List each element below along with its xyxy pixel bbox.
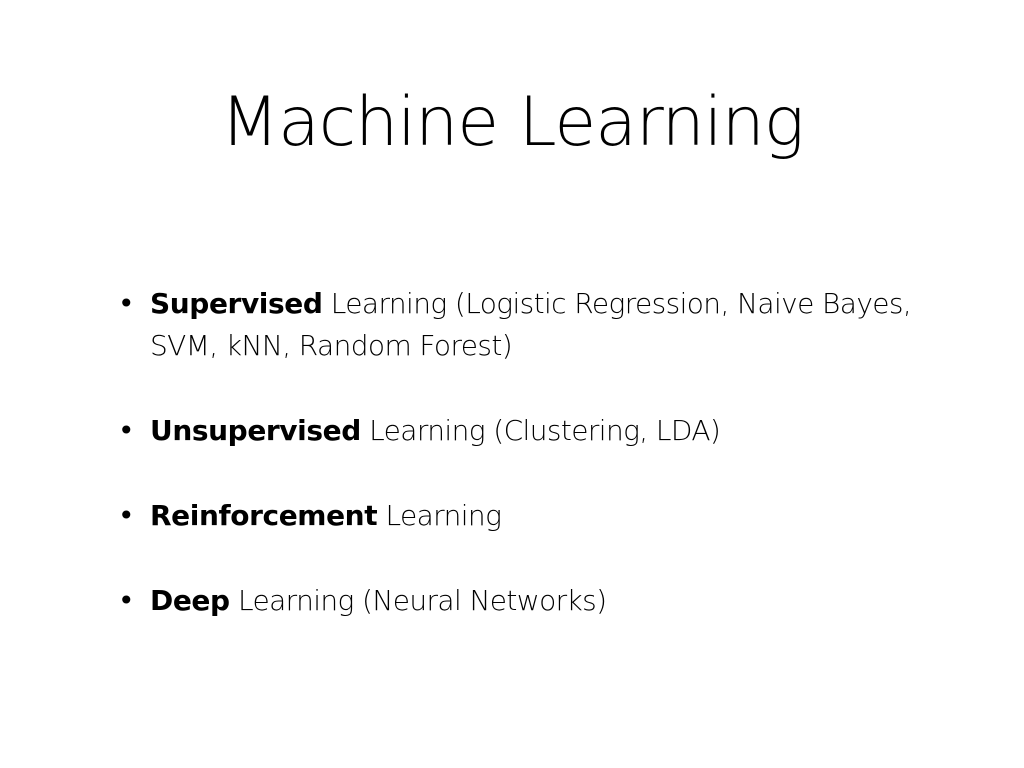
slide-title: Machine Learning: [220, 83, 804, 162]
bullet-lead: Deep: [150, 584, 230, 617]
bullet-text: Learning: [377, 499, 502, 532]
bullet-item-reinforcement: • Reinforcement Learning: [114, 495, 944, 537]
bullet-item-unsupervised: • Unsupervised Learning (Clustering, LDA…: [114, 410, 944, 452]
bullet-item-supervised: • Supervised Learning (Logistic Regressi…: [114, 283, 944, 367]
bullet-dot-icon: •: [118, 584, 135, 617]
bullet-dot-icon: •: [118, 287, 135, 320]
bullet-list: • Supervised Learning (Logistic Regressi…: [114, 283, 944, 665]
bullet-dot-icon: •: [118, 499, 135, 532]
slide: Machine Learning • Supervised Learning (…: [0, 0, 1024, 768]
bullet-item-deep: • Deep Learning (Neural Networks): [114, 580, 944, 622]
bullet-dot-icon: •: [118, 414, 135, 447]
bullet-lead: Reinforcement: [150, 499, 378, 532]
bullet-lead: Supervised: [150, 287, 323, 320]
bullet-text: Learning (Clustering, LDA): [360, 414, 721, 447]
bullet-text: Learning (Neural Networks): [229, 584, 607, 617]
bullet-lead: Unsupervised: [150, 414, 361, 447]
